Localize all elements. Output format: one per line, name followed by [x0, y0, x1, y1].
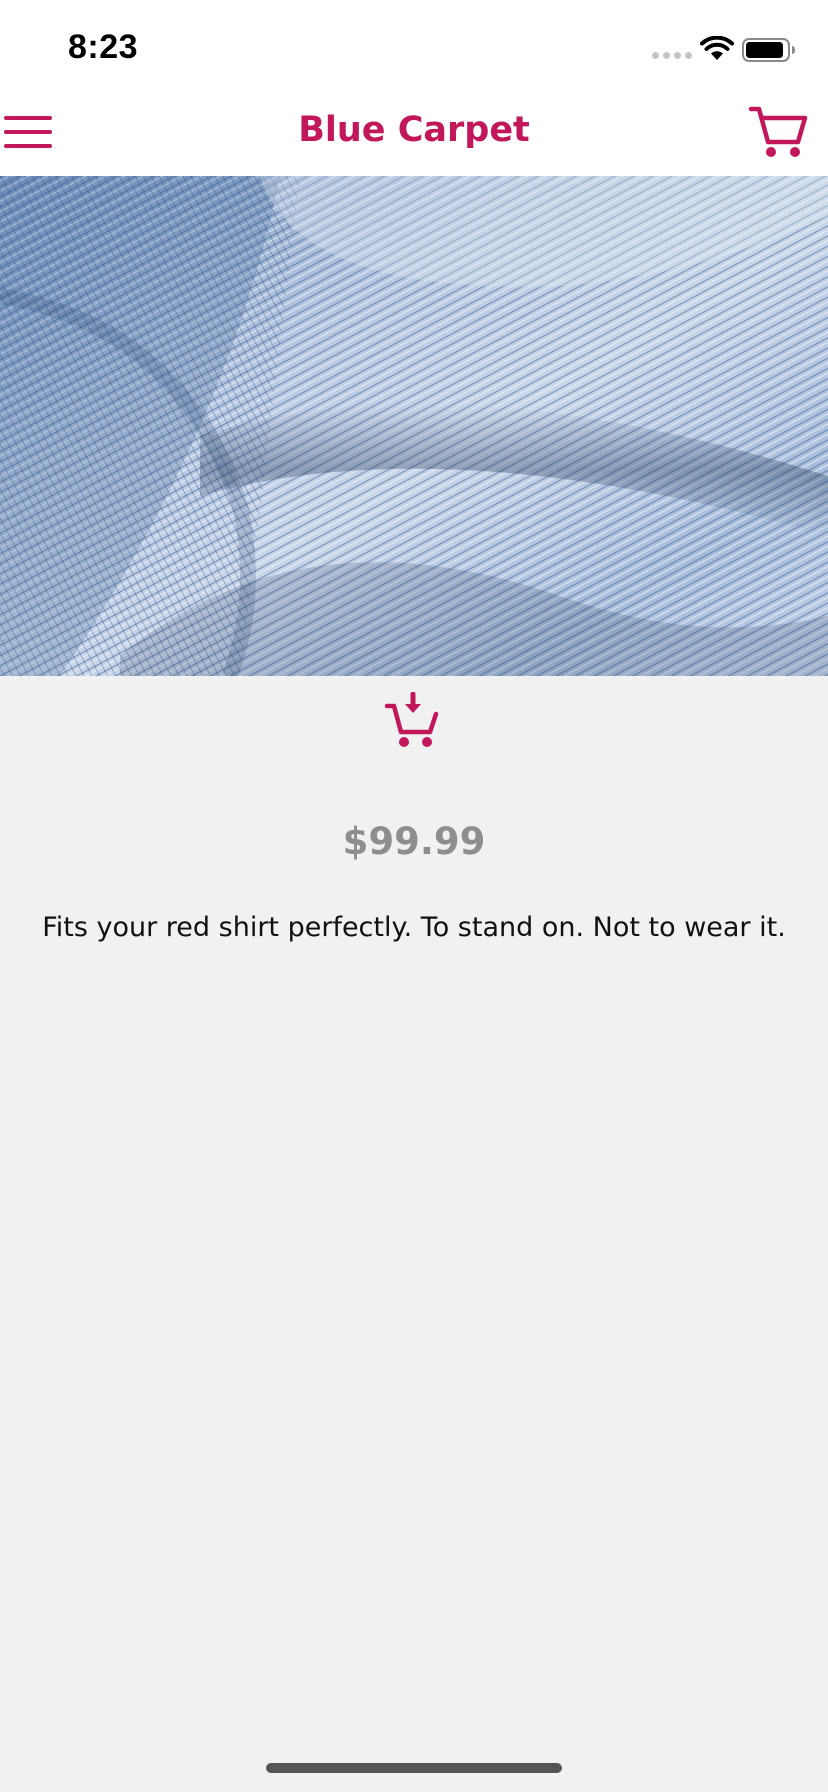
product-image [0, 176, 828, 676]
home-indicator[interactable] [266, 1763, 562, 1773]
status-time: 8:23 [68, 28, 139, 66]
status-bar: 8:23 [0, 0, 828, 92]
menu-button[interactable] [4, 112, 52, 152]
navigation-bar: Blue Carpet [0, 92, 828, 176]
wifi-icon [700, 36, 734, 60]
cart-button[interactable] [748, 104, 808, 160]
hamburger-menu-icon [4, 116, 52, 148]
product-description: Fits your red shirt perfectly. To stand … [42, 912, 786, 943]
add-to-cart-button[interactable] [384, 691, 440, 750]
shopping-cart-icon [748, 106, 808, 157]
cellular-signal-icon [652, 52, 692, 59]
product-price: $99.99 [342, 820, 486, 863]
page-title: Blue Carpet [298, 110, 530, 150]
add-to-cart-icon [384, 691, 439, 747]
battery-icon [742, 38, 795, 62]
